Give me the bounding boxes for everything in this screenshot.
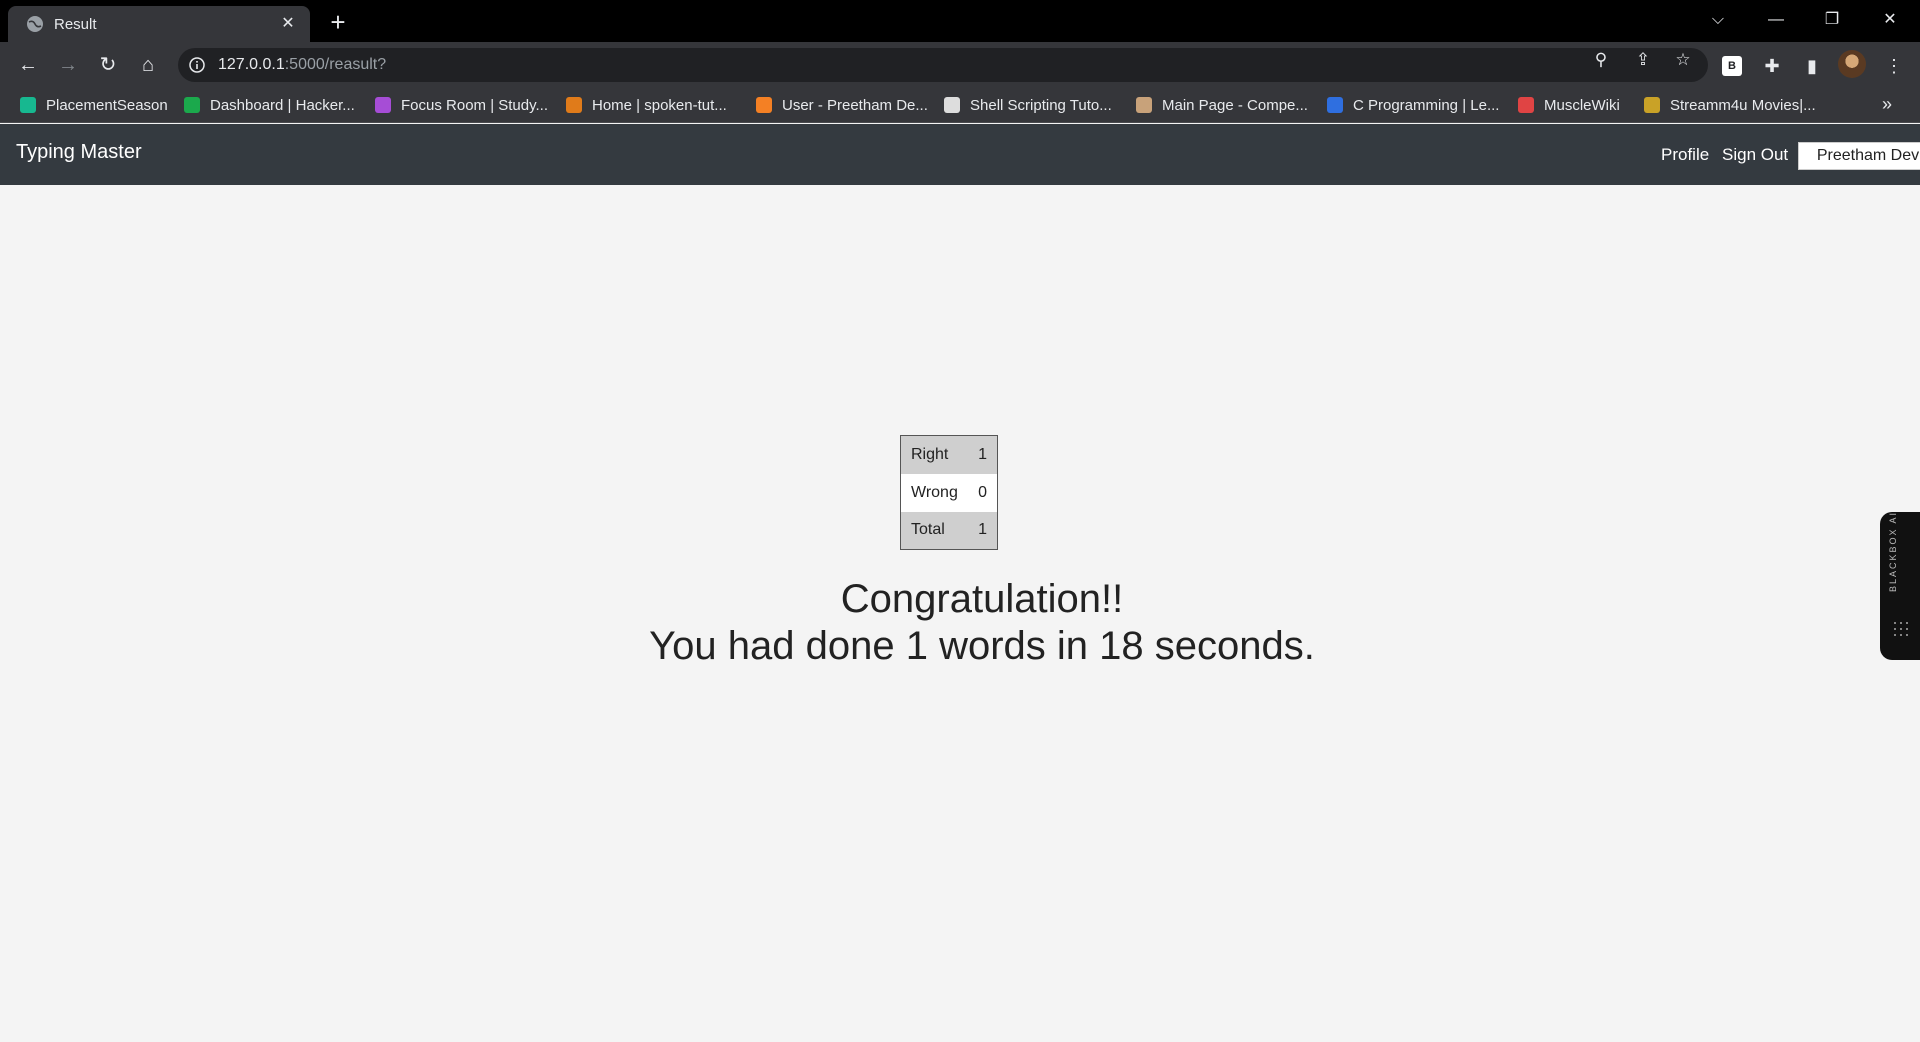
browser-tab[interactable]: Result ✕ (8, 6, 310, 42)
url-text: 127.0.0.1:5000/reasult? (218, 56, 386, 74)
browser-toolbar: ← → ↻ ⌂ 127.0.0.1:5000/reasult? ⚲ ⇪ ☆ B … (0, 42, 1920, 88)
home-button[interactable]: ⌂ (132, 49, 164, 81)
profile-avatar[interactable] (1838, 50, 1866, 78)
forward-button[interactable]: → (52, 49, 84, 81)
minimize-button[interactable]: — (1754, 6, 1798, 34)
bookmark-favicon-icon (1136, 97, 1152, 113)
menu-kebab-icon[interactable]: ⋮ (1880, 52, 1908, 80)
bookmark-favicon-icon (1518, 97, 1534, 113)
result-value-right: 1 (978, 445, 987, 463)
tab-title: Result (54, 16, 97, 33)
profile-link[interactable]: Profile (1661, 145, 1709, 165)
bookmark-favicon-icon (375, 97, 391, 113)
app-navbar: Typing Master Profile Sign Out Preetham … (0, 124, 1920, 185)
brand-title[interactable]: Typing Master (16, 141, 142, 164)
table-row: Wrong 0 (900, 473, 998, 512)
bookmark-item[interactable]: Home | spoken-tut... (566, 95, 727, 117)
bookmark-item[interactable]: Main Page - Compe... (1136, 95, 1308, 117)
bookmark-item[interactable]: User - Preetham De... (756, 95, 928, 117)
bookmark-favicon-icon (1644, 97, 1660, 113)
result-label-wrong: Wrong (911, 483, 958, 501)
bookmark-favicon-icon (756, 97, 772, 113)
extension-b-icon[interactable]: B (1722, 56, 1742, 76)
result-label-right: Right (911, 445, 949, 463)
side-panel-icon[interactable]: ▮ (1798, 52, 1826, 80)
more-bookmarks-icon[interactable]: » (1882, 94, 1892, 115)
zoom-icon[interactable]: ⚲ (1590, 49, 1612, 71)
table-row: Right 1 (900, 435, 998, 474)
globe-icon (27, 16, 43, 32)
url-path: :5000/reasult? (284, 56, 387, 73)
extensions-puzzle-icon[interactable]: ✚ (1758, 52, 1786, 80)
back-button[interactable]: ← (12, 49, 44, 81)
browser-tab-strip: Result ✕ + ⌵ — ❐ ✕ (0, 0, 1920, 42)
blackbox-side-widget[interactable]: BLACKBOX AI (1880, 510, 1920, 660)
bookmark-item[interactable]: Focus Room | Study... (375, 95, 548, 117)
site-info-icon[interactable] (188, 56, 206, 74)
bookmark-item[interactable]: Streamm4u Movies|... (1644, 95, 1816, 117)
reload-button[interactable]: ↻ (92, 49, 124, 81)
url-host: 127.0.0.1 (218, 56, 285, 73)
result-summary-text: You had done 1 words in 18 seconds. (649, 624, 1315, 668)
table-row: Total 1 (900, 511, 998, 550)
tab-search-icon[interactable]: ⌵ (1696, 6, 1740, 34)
bookmark-favicon-icon (20, 97, 36, 113)
bookmark-item[interactable]: Dashboard | Hacker... (184, 95, 355, 117)
result-value-total: 1 (978, 521, 987, 539)
close-window-button[interactable]: ✕ (1868, 6, 1912, 34)
address-bar[interactable]: 127.0.0.1:5000/reasult? (178, 48, 1708, 82)
bookmark-favicon-icon (1327, 97, 1343, 113)
bookmark-item[interactable]: C Programming | Le... (1327, 95, 1499, 117)
congratulation-heading: Congratulation!! (840, 577, 1124, 621)
bookmarks-bar: PlacementSeason Dashboard | Hacker... Fo… (0, 88, 1920, 123)
sign-out-link[interactable]: Sign Out (1722, 145, 1788, 165)
bookmark-star-icon[interactable]: ☆ (1672, 49, 1694, 71)
user-name-badge: Preetham Dev (1798, 142, 1920, 170)
result-value-wrong: 0 (978, 483, 987, 501)
side-widget-label: BLACKBOX AI (1888, 510, 1898, 592)
new-tab-button[interactable]: + (324, 8, 352, 36)
share-icon[interactable]: ⇪ (1632, 49, 1654, 71)
result-label-total: Total (911, 521, 945, 539)
blackbox-logo-icon (1894, 622, 1908, 636)
bookmark-favicon-icon (566, 97, 582, 113)
bookmark-favicon-icon (944, 97, 960, 113)
close-tab-icon[interactable]: ✕ (278, 14, 298, 34)
bookmark-item[interactable]: PlacementSeason (20, 95, 168, 117)
restore-button[interactable]: ❐ (1810, 6, 1854, 34)
result-table: Right 1 Wrong 0 Total 1 (900, 435, 998, 550)
bookmark-item[interactable]: MuscleWiki (1518, 95, 1620, 117)
bookmark-item[interactable]: Shell Scripting Tuto... (944, 95, 1112, 117)
bookmark-favicon-icon (184, 97, 200, 113)
